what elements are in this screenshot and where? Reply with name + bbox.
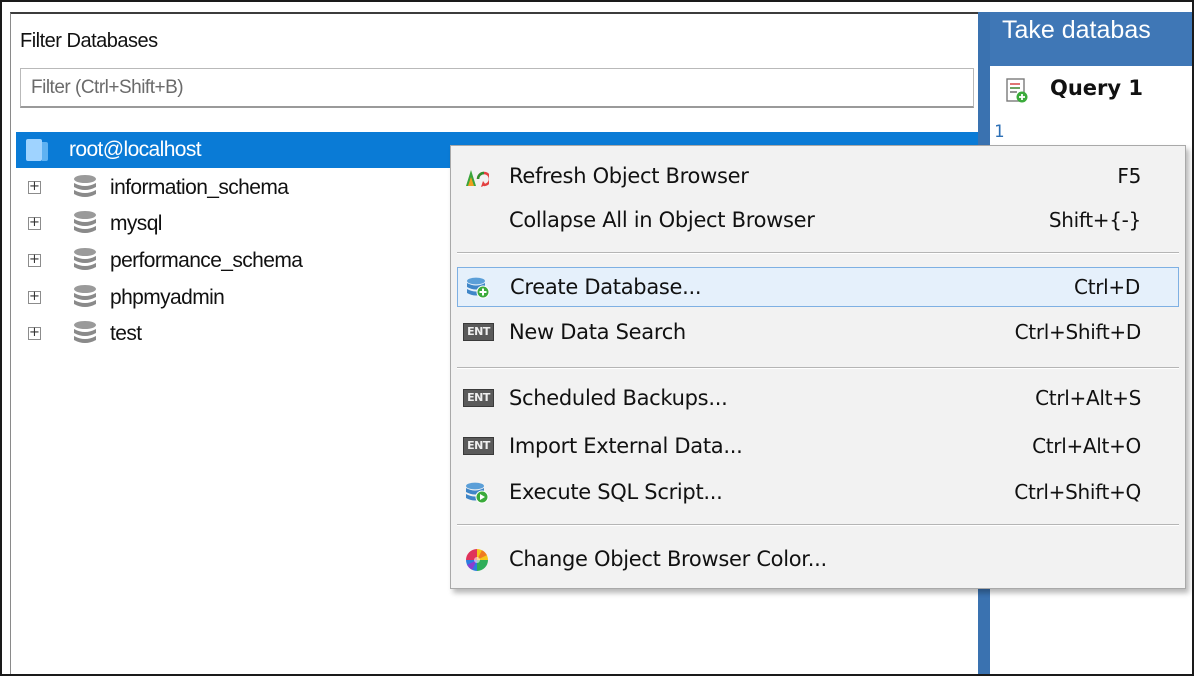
ent-badge-icon: ENT: [463, 323, 494, 341]
query-tab-label: Query 1: [1050, 76, 1144, 100]
filter-databases-input[interactable]: [20, 68, 974, 108]
ent-badge-icon: ENT: [463, 437, 494, 455]
menu-item-label: Scheduled Backups...: [509, 386, 728, 410]
query-panel-title: Take databas: [1002, 16, 1151, 44]
menu-item-shortcut: Ctrl+D: [1074, 275, 1140, 299]
connection-label: root@localhost: [69, 138, 202, 161]
database-icon: [74, 175, 96, 197]
menu-item-shortcut: Ctrl+Shift+D: [1014, 320, 1142, 344]
menu-item-scheduled-backups[interactable]: ENT Scheduled Backups... Ctrl+Alt+S: [457, 379, 1179, 419]
menu-item-collapse-all[interactable]: Collapse All in Object Browser Shift+{-}: [457, 201, 1179, 241]
database-icon: [74, 248, 96, 270]
menu-item-label: Create Database...: [510, 275, 702, 299]
menu-item-label: Import External Data...: [509, 434, 743, 458]
menu-item-change-object-browser-color[interactable]: Change Object Browser Color...: [457, 540, 1179, 580]
menu-separator: [457, 252, 1179, 254]
database-label: test: [110, 322, 142, 345]
context-menu: Refresh Object Browser F5 Collapse All i…: [450, 145, 1186, 589]
menu-item-create-database[interactable]: Create Database... Ctrl+D: [457, 267, 1179, 307]
database-label: information_schema: [110, 176, 289, 199]
menu-item-shortcut: F5: [1117, 164, 1141, 188]
expand-icon[interactable]: +: [28, 326, 41, 340]
menu-item-shortcut: Ctrl+Shift+Q: [1014, 480, 1141, 504]
menu-item-shortcut: Ctrl+Alt+O: [1032, 434, 1141, 458]
menu-item-label: Change Object Browser Color...: [509, 547, 827, 571]
database-node-test[interactable]: + test: [24, 316, 444, 352]
database-icon: [74, 285, 96, 307]
color-wheel-icon: [466, 549, 488, 571]
menu-item-label: Collapse All in Object Browser: [509, 208, 815, 232]
database-node-phpmyadmin[interactable]: + phpmyadmin: [24, 280, 444, 316]
ent-badge-icon: ENT: [463, 389, 494, 407]
menu-separator: [457, 524, 1179, 526]
menu-item-new-data-search[interactable]: ENT New Data Search Ctrl+Shift+D: [457, 313, 1179, 353]
database-node-mysql[interactable]: + mysql: [24, 206, 444, 242]
database-node-performance-schema[interactable]: + performance_schema: [24, 243, 444, 279]
server-icon: [26, 139, 48, 161]
refresh-icon: [466, 170, 489, 187]
menu-item-shortcut: Ctrl+Alt+S: [1035, 386, 1141, 410]
database-label: phpmyadmin: [110, 286, 225, 309]
filter-databases-label: Filter Databases: [20, 30, 158, 52]
expand-icon[interactable]: +: [28, 253, 41, 267]
expand-icon[interactable]: +: [28, 216, 41, 230]
app-window: Filter Databases root@localhost + inform…: [0, 0, 1194, 676]
menu-item-label: New Data Search: [509, 320, 686, 344]
database-node-information-schema[interactable]: + information_schema: [24, 170, 444, 206]
menu-item-shortcut: Shift+{-}: [1048, 208, 1141, 232]
menu-item-import-external-data[interactable]: ENT Import External Data... Ctrl+Alt+O: [457, 427, 1179, 467]
menu-item-label: Refresh Object Browser: [509, 164, 749, 188]
menu-item-label: Execute SQL Script...: [509, 480, 723, 504]
menu-item-execute-sql-script[interactable]: Execute SQL Script... Ctrl+Shift+Q: [457, 473, 1179, 513]
execute-script-icon: [466, 482, 489, 504]
database-label: performance_schema: [110, 249, 303, 272]
expand-icon[interactable]: +: [28, 180, 41, 194]
menu-item-refresh-object-browser[interactable]: Refresh Object Browser F5: [457, 157, 1179, 197]
menu-separator: [457, 367, 1179, 369]
database-label: mysql: [110, 212, 162, 235]
database-icon: [74, 321, 96, 343]
query-document-icon: [1006, 78, 1028, 103]
line-number: 1: [994, 122, 1005, 142]
expand-icon[interactable]: +: [28, 290, 41, 304]
create-database-icon: [467, 277, 490, 299]
database-icon: [74, 211, 96, 233]
